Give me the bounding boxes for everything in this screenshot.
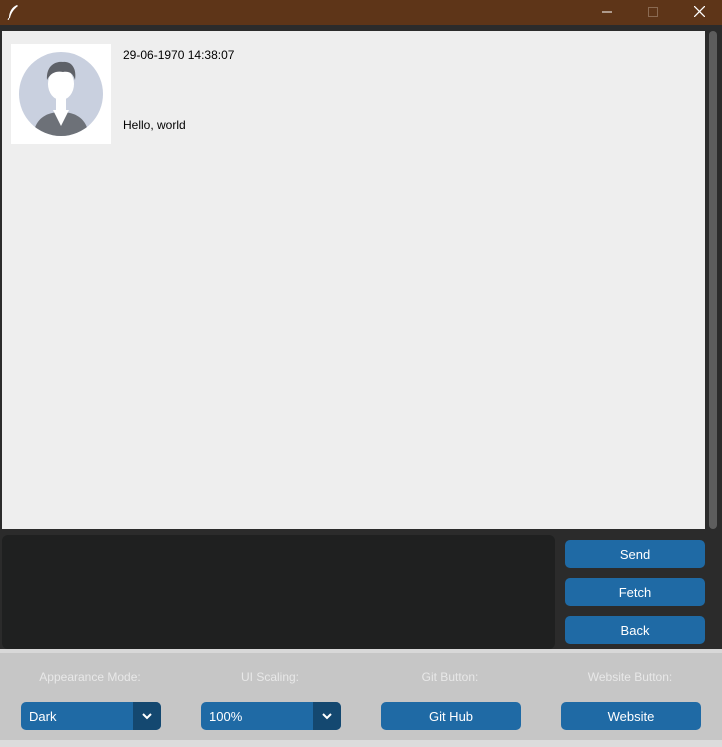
appearance-mode-value: Dark xyxy=(29,709,57,724)
ui-scaling-value: 100% xyxy=(209,709,243,724)
chevron-down-icon[interactable] xyxy=(133,702,161,730)
window-bottom-edge xyxy=(0,740,722,747)
minimize-button[interactable] xyxy=(584,0,630,25)
feather-icon xyxy=(6,4,20,21)
website-button-label: Website Button: xyxy=(587,670,673,684)
settings-panel: Appearance Mode: UI Scaling: Git Button:… xyxy=(0,653,722,747)
back-button[interactable]: Back xyxy=(565,616,705,644)
appearance-mode-dropdown[interactable]: Dark xyxy=(21,702,161,730)
close-button[interactable] xyxy=(676,0,722,25)
chat-scrollbar[interactable] xyxy=(707,31,719,529)
message-input[interactable] xyxy=(2,535,555,649)
scrollbar-thumb[interactable] xyxy=(709,31,717,529)
minimize-icon xyxy=(602,4,612,22)
ui-scaling-label: UI Scaling: xyxy=(240,670,300,684)
user-avatar-icon xyxy=(11,44,111,144)
website-button[interactable]: Website xyxy=(561,702,701,730)
title-bar xyxy=(0,0,722,25)
maximize-button[interactable] xyxy=(630,0,676,25)
chat-display: 29-06-1970 14:38:07 Hello, world xyxy=(2,31,705,529)
chevron-down-icon[interactable] xyxy=(313,702,341,730)
message-text: Hello, world xyxy=(123,118,186,132)
ui-scaling-dropdown[interactable]: 100% xyxy=(201,702,341,730)
appearance-mode-label: Appearance Mode: xyxy=(39,670,141,684)
send-button[interactable]: Send xyxy=(565,540,705,568)
close-icon xyxy=(693,4,705,22)
maximize-icon xyxy=(648,4,658,22)
git-hub-button[interactable]: Git Hub xyxy=(381,702,521,730)
chat-message: 29-06-1970 14:38:07 Hello, world xyxy=(11,44,611,144)
fetch-button[interactable]: Fetch xyxy=(565,578,705,606)
git-button-label: Git Button: xyxy=(421,670,479,684)
message-timestamp: 29-06-1970 14:38:07 xyxy=(123,48,235,62)
action-buttons-panel: Send Fetch Back xyxy=(559,535,719,649)
app-window: 29-06-1970 14:38:07 Hello, world Send Fe… xyxy=(0,25,722,747)
